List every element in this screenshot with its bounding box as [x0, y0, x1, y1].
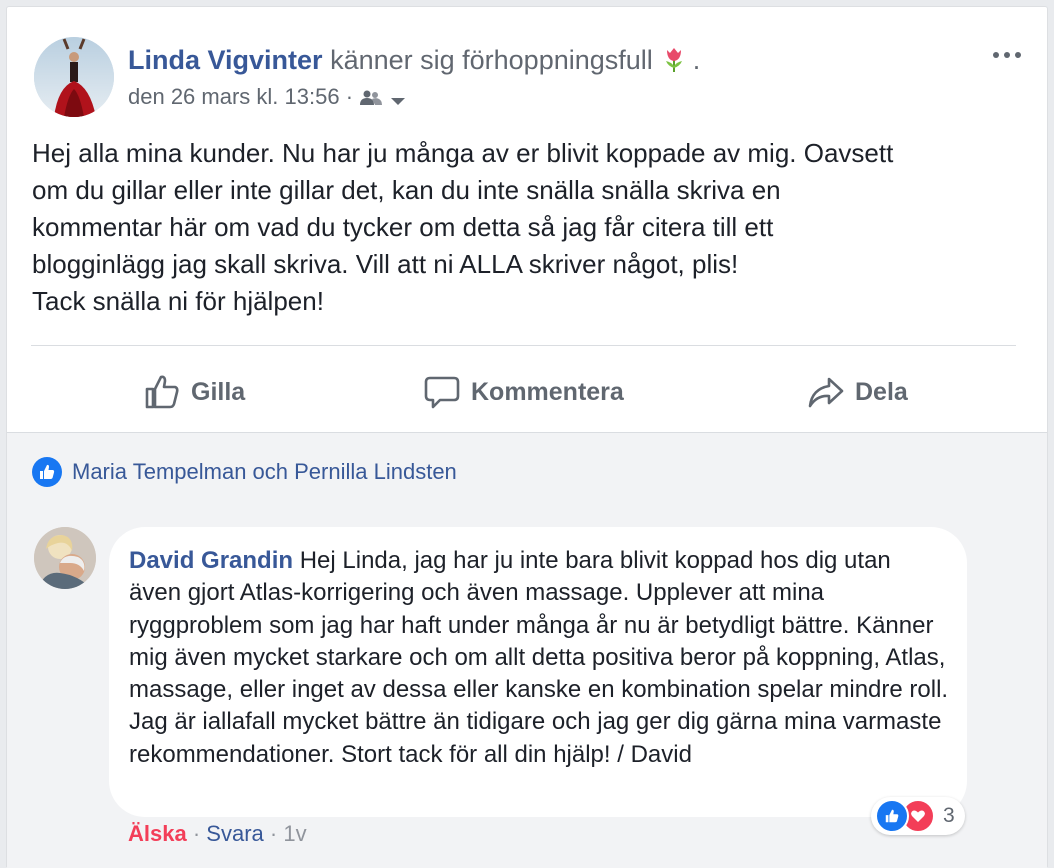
- post-timestamp[interactable]: den 26 mars kl. 13:56: [128, 84, 340, 109]
- like-label: Gilla: [191, 377, 246, 406]
- feeling-suffix: .: [692, 45, 701, 75]
- chevron-down-icon: [391, 98, 406, 105]
- comment-label: Kommentera: [471, 377, 624, 406]
- reaction-count: 3: [943, 804, 955, 827]
- comments-section: Maria Tempelman och Pernilla Lindsten Da…: [7, 432, 1047, 868]
- author-photo: [34, 37, 114, 117]
- post-line: kommentar här om vad du tycker om detta …: [32, 212, 774, 242]
- comment-actions: Älska · Svara · 1v: [128, 821, 307, 847]
- comment-text: Hej Linda, jag har ju inte bara blivit k…: [129, 547, 949, 768]
- share-button[interactable]: Dela: [807, 352, 908, 432]
- comment-sep: ·: [269, 821, 278, 846]
- love-button[interactable]: Älska: [128, 821, 187, 846]
- author-name[interactable]: Linda Vigvinter: [128, 45, 323, 75]
- post-line: om du gillar eller inte gillar det, kan …: [32, 175, 781, 205]
- commenter-name[interactable]: David Grandin: [129, 547, 293, 574]
- audience-selector[interactable]: [359, 84, 407, 109]
- share-label: Dela: [855, 377, 908, 406]
- tulip-icon: [659, 44, 689, 74]
- comment-body: David Grandin Hej Linda, jag har ju inte…: [129, 545, 949, 771]
- feeling-text: känner sig förhoppningsfull: [330, 45, 653, 75]
- thumbs-up-icon: [145, 375, 179, 409]
- post-body: Hej alla mina kunder. Nu har ju många av…: [32, 135, 1022, 320]
- friends-icon: [360, 90, 383, 105]
- comment-sep: ·: [192, 821, 201, 846]
- share-icon: [808, 377, 844, 408]
- post-line: Tack snälla ni för hjälpen!: [32, 286, 324, 316]
- comment-button[interactable]: Kommentera: [423, 352, 624, 432]
- author-avatar[interactable]: [34, 37, 114, 117]
- comment-bubble: David Grandin Hej Linda, jag har ju inte…: [109, 527, 967, 817]
- reply-button[interactable]: Svara: [206, 821, 263, 846]
- commenter-photo: [34, 527, 96, 589]
- post-header: Linda Vigvinter känner sig förhoppningsf…: [128, 43, 700, 77]
- post-card: Linda Vigvinter känner sig förhoppningsf…: [6, 6, 1048, 868]
- likes-names: Maria Tempelman och Pernilla Lindsten: [72, 459, 457, 484]
- like-reaction-icon: [32, 457, 62, 487]
- meta-separator: ·: [345, 84, 354, 109]
- more-options-icon[interactable]: [989, 43, 1025, 67]
- post-line: Hej alla mina kunder. Nu har ju många av…: [32, 138, 894, 168]
- comment-reactions[interactable]: 3: [871, 797, 965, 835]
- post-meta: den 26 mars kl. 13:56 ·: [128, 82, 407, 112]
- divider: [31, 345, 1016, 346]
- comment-age[interactable]: 1v: [283, 821, 306, 846]
- commenter-avatar[interactable]: [34, 527, 96, 589]
- like-button[interactable]: Gilla: [143, 352, 245, 432]
- like-reaction-icon: [875, 799, 909, 833]
- comment-icon: [424, 376, 460, 409]
- likes-summary[interactable]: Maria Tempelman och Pernilla Lindsten: [32, 457, 457, 487]
- post-actions: Gilla Kommentera Dela: [31, 352, 1016, 432]
- post-line: blogginlägg jag skall skriva. Vill att n…: [32, 249, 739, 279]
